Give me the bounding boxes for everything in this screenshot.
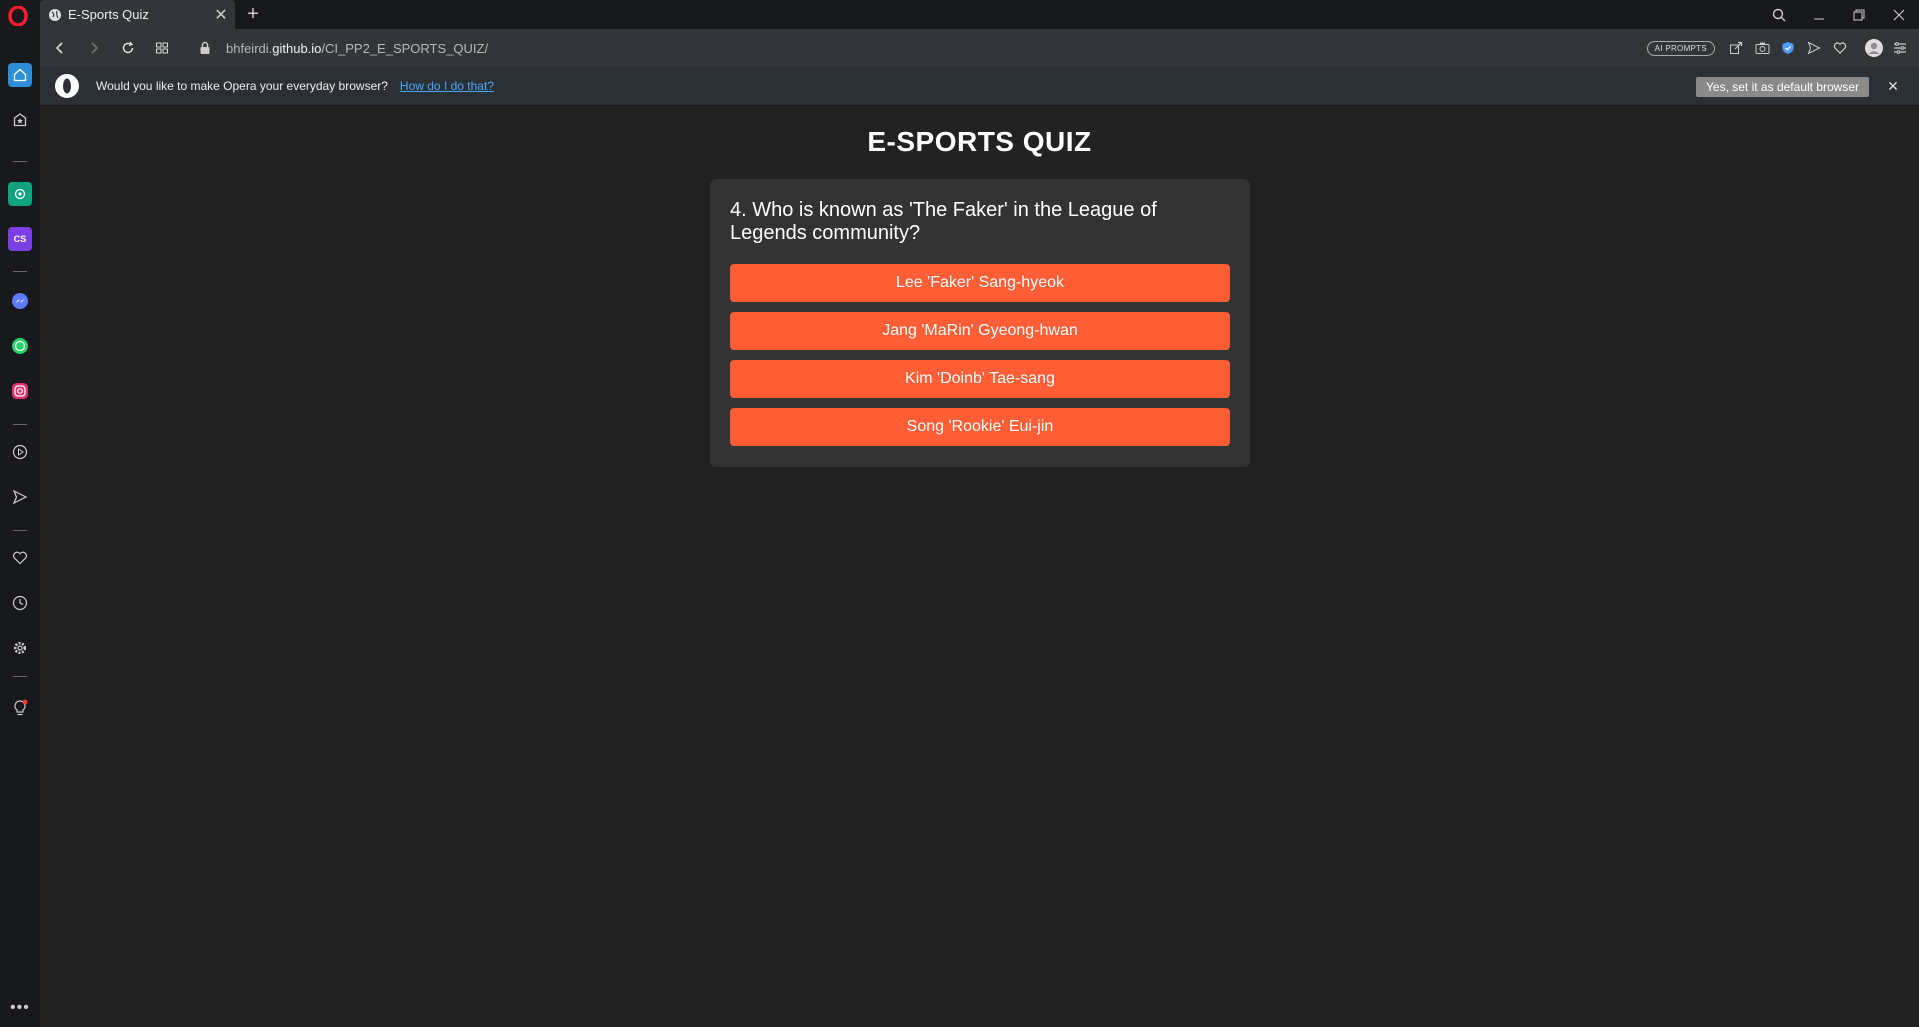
set-default-browser-button[interactable]: Yes, set it as default browser [1696, 77, 1869, 97]
profile-avatar-icon[interactable] [1861, 35, 1887, 61]
sidebar-divider [13, 676, 27, 677]
address-bar-tools: AI PROMPTS [1646, 29, 1919, 67]
sidebar-home-icon[interactable] [8, 63, 32, 87]
url-prefix: bhfeirdi. [226, 40, 273, 56]
infobar-message: Would you like to make Opera your everyd… [96, 79, 388, 93]
sidebar-divider [13, 271, 27, 272]
reload-icon[interactable] [114, 34, 142, 62]
sidebar-chatsonic-icon[interactable]: CS [8, 227, 32, 251]
minimize-icon[interactable] [1799, 0, 1839, 29]
url-path: /CI_PP2_E_SPORTS_QUIZ/ [321, 40, 489, 56]
answer-button[interactable]: Lee 'Faker' Sang-hyeok [730, 264, 1230, 302]
search-tabs-icon[interactable] [1759, 0, 1799, 29]
url-domain: github.io [272, 40, 322, 56]
tab-strip: E-Sports Quiz ✕ + [0, 0, 1919, 29]
camera-icon[interactable] [1749, 35, 1775, 61]
answer-button[interactable]: Jang 'MaRin' Gyeong-hwan [730, 312, 1230, 350]
ai-prompts-button[interactable]: AI PROMPTS [1646, 40, 1715, 56]
send-icon[interactable] [1801, 35, 1827, 61]
how-do-i-link[interactable]: How do I do that? [400, 79, 494, 93]
page-title: E-SPORTS QUIZ [867, 126, 1092, 157]
sidebar-divider [13, 161, 27, 162]
lock-icon[interactable] [198, 41, 212, 55]
sidebar-tips-icon[interactable] [8, 696, 32, 720]
tab-grid-icon[interactable] [148, 34, 176, 62]
back-icon[interactable] [46, 34, 74, 62]
sidebar-whatsapp-icon[interactable] [8, 334, 32, 358]
sidebar-more-icon[interactable]: ••• [10, 999, 30, 1017]
opera-logo-icon[interactable] [8, 6, 28, 26]
quiz-card: 4. Who is known as 'The Faker' in the Le… [710, 179, 1250, 467]
globe-icon [49, 8, 61, 21]
question-text: 4. Who is known as 'The Faker' in the Le… [730, 199, 1157, 244]
heart-icon[interactable] [1827, 35, 1853, 61]
default-browser-infobar: Would you like to make Opera your everyd… [40, 67, 1919, 106]
window-controls [1759, 0, 1919, 29]
shield-icon[interactable] [1775, 35, 1801, 61]
sidebar-bookmarks-icon[interactable] [8, 108, 32, 132]
sidebar-instagram-icon[interactable] [8, 379, 32, 403]
sidebar-history-icon[interactable] [8, 591, 32, 615]
close-tab-icon[interactable]: ✕ [211, 5, 231, 25]
restore-icon[interactable] [1839, 0, 1879, 29]
sidebar-heart-icon[interactable] [8, 546, 32, 570]
sidebar-divider [13, 424, 27, 425]
sidebar-divider [13, 530, 27, 531]
sidebar-settings-icon[interactable] [8, 636, 32, 660]
answer-button[interactable]: Song 'Rookie' Eui-jin [730, 408, 1230, 446]
address-bar: bhfeirdi.github.io/CI_PP2_E_SPORTS_QUIZ/… [40, 29, 1919, 67]
share-icon[interactable] [1723, 35, 1749, 61]
answer-button[interactable]: Kim 'Doinb' Tae-sang [730, 360, 1230, 398]
new-tab-button[interactable]: + [243, 4, 263, 24]
sidebar: CS ••• [0, 29, 40, 1027]
close-infobar-icon[interactable]: ✕ [1883, 76, 1903, 96]
url-field[interactable]: bhfeirdi.github.io/CI_PP2_E_SPORTS_QUIZ/ [226, 41, 488, 56]
sidebar-player-icon[interactable] [8, 440, 32, 464]
active-tab[interactable]: E-Sports Quiz ✕ [40, 0, 235, 29]
easy-setup-icon[interactable] [1887, 35, 1913, 61]
sidebar-chatgpt-icon[interactable] [8, 182, 32, 206]
opera-logo-icon [55, 74, 79, 98]
sidebar-messenger-icon[interactable] [8, 289, 32, 313]
sidebar-my-flow-icon[interactable] [8, 485, 32, 509]
forward-icon[interactable] [80, 34, 108, 62]
tab-title: E-Sports Quiz [68, 7, 149, 22]
close-window-icon[interactable] [1879, 0, 1919, 29]
